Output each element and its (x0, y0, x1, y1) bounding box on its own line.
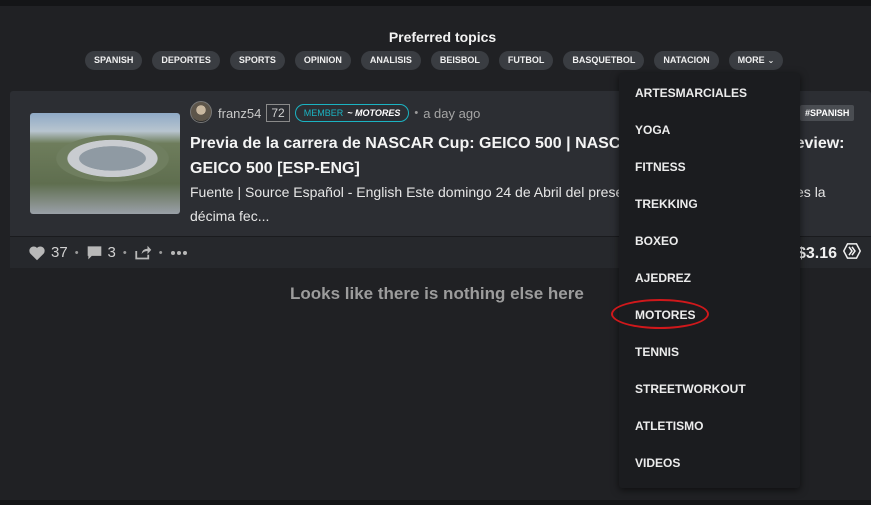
dropdown-item-artesmarciales[interactable]: ARTESMARCIALES (619, 80, 800, 117)
dropdown-item-boxeo[interactable]: BOXEO (619, 228, 800, 265)
post-meta: franz54 72 MEMBER ~ MOTORES • a day ago (218, 104, 480, 122)
post-tag[interactable]: #SPANISH (800, 105, 855, 121)
hive-logo-icon (842, 243, 862, 264)
top-bar (0, 0, 871, 6)
topic-chip-opinion[interactable]: OPINION (294, 51, 351, 70)
separator-dot: • (74, 246, 79, 259)
topic-chip-futbol[interactable]: FUTBOL (498, 51, 554, 70)
author-name[interactable]: franz54 (218, 106, 261, 121)
reputation-badge: 72 (266, 104, 290, 122)
topic-chip-analisis[interactable]: ANALISIS (360, 51, 421, 70)
topic-chip-beisbol[interactable]: BEISBOL (430, 51, 489, 70)
dropdown-item-ajedrez[interactable]: AJEDREZ (619, 265, 800, 302)
dropdown-item-trekking[interactable]: TREKKING (619, 191, 800, 228)
dropdown-item-fitness[interactable]: FITNESS (619, 154, 800, 191)
post-thumbnail[interactable] (30, 113, 180, 214)
separator-dot: • (122, 246, 127, 259)
separator-dot: • (158, 246, 163, 259)
more-topics-button[interactable]: MORE ⌄ (728, 51, 784, 70)
comment-icon[interactable] (86, 245, 103, 260)
dropdown-item-streetworkout[interactable]: STREETWORKOUT (619, 376, 800, 413)
payout[interactable]: $3.16 (796, 243, 862, 264)
preferred-topics-title: Preferred topics (388, 29, 497, 45)
more-topics-dropdown: ARTESMARCIALES YOGA FITNESS TREKKING BOX… (611, 73, 800, 488)
bottom-bar (0, 500, 871, 505)
dropdown-item-atletismo[interactable]: ATLETISMO (619, 413, 800, 450)
topic-chips: SPANISH DEPORTES SPORTS OPINION ANALISIS… (85, 51, 784, 70)
topic-chip-basquetbol[interactable]: BASQUETBOL (563, 51, 645, 70)
post-actions: 37 • 3 • • (28, 244, 188, 261)
payout-value: $3.16 (796, 244, 837, 262)
member-prefix: MEMBER (303, 108, 344, 118)
dropdown-item-yoga[interactable]: YOGA (619, 117, 800, 154)
topic-chip-sports[interactable]: SPORTS (229, 51, 285, 70)
avatar[interactable] (190, 101, 212, 123)
community-member-badge[interactable]: MEMBER ~ MOTORES (294, 104, 410, 122)
comment-count[interactable]: 3 (108, 244, 116, 261)
upvote-heart-icon[interactable] (28, 245, 46, 261)
post-time: a day ago (423, 105, 481, 121)
chevron-down-icon: ⌄ (767, 56, 775, 65)
dropdown-item-videos[interactable]: VIDEOS (619, 450, 800, 487)
more-topics-label: MORE (737, 55, 765, 65)
topic-chip-spanish[interactable]: SPANISH (85, 51, 143, 70)
community-name: ~ MOTORES (347, 108, 401, 118)
more-options-icon[interactable] (170, 250, 188, 256)
empty-feed-message: Looks like there is nothing else here (290, 284, 584, 303)
topic-chip-natacion[interactable]: NATACION (654, 51, 719, 70)
topic-chip-deportes[interactable]: DEPORTES (152, 51, 220, 70)
vote-count[interactable]: 37 (51, 244, 68, 261)
dropdown-item-motores[interactable]: MOTORES (611, 299, 800, 339)
separator-dot: • (414, 107, 419, 119)
dropdown-item-tennis[interactable]: TENNIS (619, 339, 800, 376)
share-icon[interactable] (134, 245, 152, 260)
